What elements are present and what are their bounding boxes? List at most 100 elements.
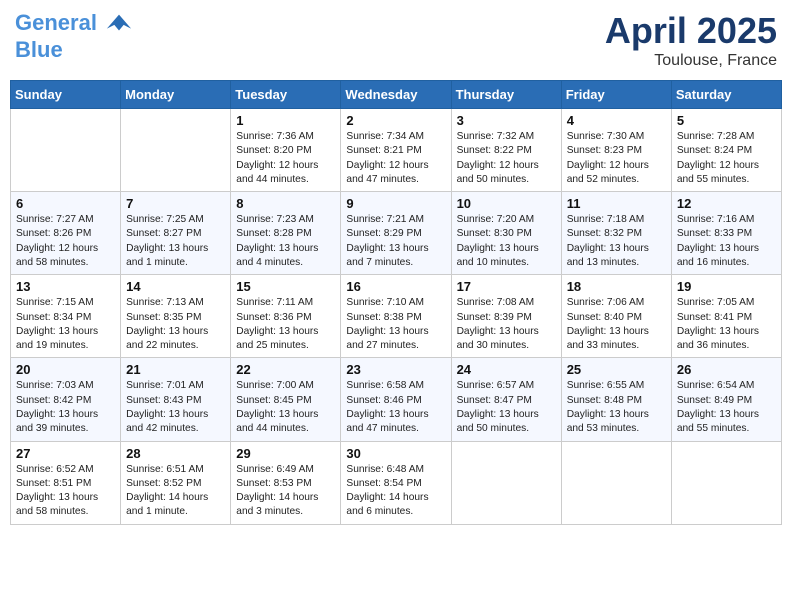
calendar-cell: 18 Sunrise: 7:06 AM Sunset: 8:40 PM Dayli… <box>561 275 671 358</box>
day-info: Sunrise: 7:08 AM Sunset: 8:39 PM Dayligh… <box>457 296 556 353</box>
page-header: General Blue April 2025 Toulouse, France <box>10 10 782 70</box>
day-info: Sunrise: 7:34 AM Sunset: 8:21 PM Dayligh… <box>346 130 445 187</box>
calendar-week-4: 20 Sunrise: 7:03 AM Sunset: 8:42 PM Dayli… <box>11 358 782 441</box>
calendar-cell: 14 Sunrise: 7:13 AM Sunset: 8:35 PM Dayli… <box>121 275 231 358</box>
weekday-header-tuesday: Tuesday <box>231 81 341 109</box>
day-number: 5 <box>677 113 776 128</box>
calendar-cell: 4 Sunrise: 7:30 AM Sunset: 8:23 PM Daylig… <box>561 109 671 192</box>
day-number: 7 <box>126 196 225 211</box>
logo-blue: Blue <box>15 37 63 62</box>
day-info: Sunrise: 7:18 AM Sunset: 8:32 PM Dayligh… <box>567 213 666 270</box>
day-number: 13 <box>16 279 115 294</box>
calendar-cell: 29 Sunrise: 6:49 AM Sunset: 8:53 PM Dayli… <box>231 441 341 524</box>
calendar-cell: 3 Sunrise: 7:32 AM Sunset: 8:22 PM Daylig… <box>451 109 561 192</box>
calendar-cell: 30 Sunrise: 6:48 AM Sunset: 8:54 PM Dayli… <box>341 441 451 524</box>
day-number: 3 <box>457 113 556 128</box>
day-info: Sunrise: 6:54 AM Sunset: 8:49 PM Dayligh… <box>677 379 776 436</box>
logo: General Blue <box>15 10 133 62</box>
day-info: Sunrise: 7:27 AM Sunset: 8:26 PM Dayligh… <box>16 213 115 270</box>
day-number: 24 <box>457 362 556 377</box>
calendar-cell: 7Sunrise: 7:25 AM Sunset: 8:27 PM Daylig… <box>121 192 231 275</box>
day-number: 14 <box>126 279 225 294</box>
day-number: 17 <box>457 279 556 294</box>
weekday-header-saturday: Saturday <box>671 81 781 109</box>
calendar-cell: 10 Sunrise: 7:20 AM Sunset: 8:30 PM Dayli… <box>451 192 561 275</box>
day-number: 25 <box>567 362 666 377</box>
day-number: 11 <box>567 196 666 211</box>
day-number: 30 <box>346 446 445 461</box>
day-number: 29 <box>236 446 335 461</box>
day-info: Sunrise: 7:30 AM Sunset: 8:23 PM Dayligh… <box>567 130 666 187</box>
day-number: 4 <box>567 113 666 128</box>
calendar-week-5: 27 Sunrise: 6:52 AM Sunset: 8:51 PM Dayli… <box>11 441 782 524</box>
day-number: 12 <box>677 196 776 211</box>
day-number: 6 <box>16 196 115 211</box>
calendar-cell <box>671 441 781 524</box>
day-number: 27 <box>16 446 115 461</box>
calendar-cell: 6 Sunrise: 7:27 AM Sunset: 8:26 PM Daylig… <box>11 192 121 275</box>
day-number: 19 <box>677 279 776 294</box>
day-number: 8 <box>236 196 335 211</box>
day-number: 21 <box>126 362 225 377</box>
logo-bird-icon <box>105 10 133 38</box>
calendar-week-3: 13 Sunrise: 7:15 AM Sunset: 8:34 PM Dayli… <box>11 275 782 358</box>
day-info: Sunrise: 7:06 AM Sunset: 8:40 PM Dayligh… <box>567 296 666 353</box>
day-info: Sunrise: 6:49 AM Sunset: 8:53 PM Dayligh… <box>236 463 335 520</box>
day-info: Sunrise: 6:51 AM Sunset: 8:52 PM Dayligh… <box>126 463 225 520</box>
calendar-cell: 12Sunrise: 7:16 AM Sunset: 8:33 PM Dayli… <box>671 192 781 275</box>
day-number: 10 <box>457 196 556 211</box>
day-info: Sunrise: 7:21 AM Sunset: 8:29 PM Dayligh… <box>346 213 445 270</box>
day-number: 28 <box>126 446 225 461</box>
day-info: Sunrise: 7:20 AM Sunset: 8:30 PM Dayligh… <box>457 213 556 270</box>
calendar-cell <box>121 109 231 192</box>
calendar-cell: 21Sunrise: 7:01 AM Sunset: 8:43 PM Dayli… <box>121 358 231 441</box>
calendar-week-1: 1Sunrise: 7:36 AM Sunset: 8:20 PM Daylig… <box>11 109 782 192</box>
day-info: Sunrise: 6:48 AM Sunset: 8:54 PM Dayligh… <box>346 463 445 520</box>
day-info: Sunrise: 6:55 AM Sunset: 8:48 PM Dayligh… <box>567 379 666 436</box>
day-number: 22 <box>236 362 335 377</box>
calendar-cell: 23 Sunrise: 6:58 AM Sunset: 8:46 PM Dayli… <box>341 358 451 441</box>
day-info: Sunrise: 6:58 AM Sunset: 8:46 PM Dayligh… <box>346 379 445 436</box>
calendar-cell: 9 Sunrise: 7:21 AM Sunset: 8:29 PM Daylig… <box>341 192 451 275</box>
day-info: Sunrise: 7:03 AM Sunset: 8:42 PM Dayligh… <box>16 379 115 436</box>
calendar-week-2: 6 Sunrise: 7:27 AM Sunset: 8:26 PM Daylig… <box>11 192 782 275</box>
calendar-cell <box>561 441 671 524</box>
day-info: Sunrise: 6:52 AM Sunset: 8:51 PM Dayligh… <box>16 463 115 520</box>
calendar-cell: 28 Sunrise: 6:51 AM Sunset: 8:52 PM Dayli… <box>121 441 231 524</box>
month-title: April 2025 <box>605 10 777 52</box>
day-number: 18 <box>567 279 666 294</box>
calendar-table: SundayMondayTuesdayWednesdayThursdayFrid… <box>10 80 782 525</box>
day-info: Sunrise: 7:15 AM Sunset: 8:34 PM Dayligh… <box>16 296 115 353</box>
day-info: Sunrise: 7:28 AM Sunset: 8:24 PM Dayligh… <box>677 130 776 187</box>
calendar-cell: 5 Sunrise: 7:28 AM Sunset: 8:24 PM Daylig… <box>671 109 781 192</box>
day-info: Sunrise: 7:23 AM Sunset: 8:28 PM Dayligh… <box>236 213 335 270</box>
day-number: 15 <box>236 279 335 294</box>
calendar-cell: 19 Sunrise: 7:05 AM Sunset: 8:41 PM Dayli… <box>671 275 781 358</box>
title-block: April 2025 Toulouse, France <box>605 10 777 70</box>
calendar-cell: 13 Sunrise: 7:15 AM Sunset: 8:34 PM Dayli… <box>11 275 121 358</box>
weekday-header-sunday: Sunday <box>11 81 121 109</box>
calendar-cell: 16 Sunrise: 7:10 AM Sunset: 8:38 PM Dayli… <box>341 275 451 358</box>
day-info: Sunrise: 7:13 AM Sunset: 8:35 PM Dayligh… <box>126 296 225 353</box>
calendar-cell <box>451 441 561 524</box>
day-number: 26 <box>677 362 776 377</box>
day-number: 9 <box>346 196 445 211</box>
weekday-header-wednesday: Wednesday <box>341 81 451 109</box>
calendar-cell: 11 Sunrise: 7:18 AM Sunset: 8:32 PM Dayli… <box>561 192 671 275</box>
day-info: Sunrise: 7:05 AM Sunset: 8:41 PM Dayligh… <box>677 296 776 353</box>
day-number: 16 <box>346 279 445 294</box>
day-number: 2 <box>346 113 445 128</box>
calendar-cell: 26 Sunrise: 6:54 AM Sunset: 8:49 PM Dayli… <box>671 358 781 441</box>
day-number: 23 <box>346 362 445 377</box>
calendar-cell: 25 Sunrise: 6:55 AM Sunset: 8:48 PM Dayli… <box>561 358 671 441</box>
calendar-cell: 22Sunrise: 7:00 AM Sunset: 8:45 PM Dayli… <box>231 358 341 441</box>
calendar-cell: 1Sunrise: 7:36 AM Sunset: 8:20 PM Daylig… <box>231 109 341 192</box>
day-info: Sunrise: 7:32 AM Sunset: 8:22 PM Dayligh… <box>457 130 556 187</box>
day-number: 20 <box>16 362 115 377</box>
calendar-cell: 17 Sunrise: 7:08 AM Sunset: 8:39 PM Dayli… <box>451 275 561 358</box>
day-info: Sunrise: 7:10 AM Sunset: 8:38 PM Dayligh… <box>346 296 445 353</box>
weekday-header-friday: Friday <box>561 81 671 109</box>
weekday-header-monday: Monday <box>121 81 231 109</box>
calendar-cell <box>11 109 121 192</box>
calendar-cell: 15Sunrise: 7:11 AM Sunset: 8:36 PM Dayli… <box>231 275 341 358</box>
